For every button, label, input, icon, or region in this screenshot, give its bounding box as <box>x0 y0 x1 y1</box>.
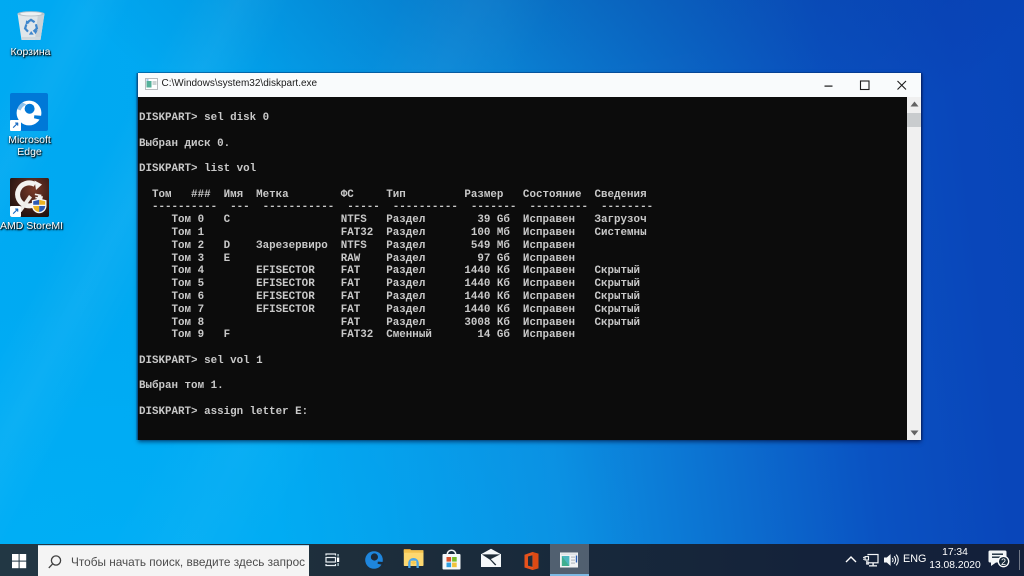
svg-text:2: 2 <box>1001 557 1006 567</box>
